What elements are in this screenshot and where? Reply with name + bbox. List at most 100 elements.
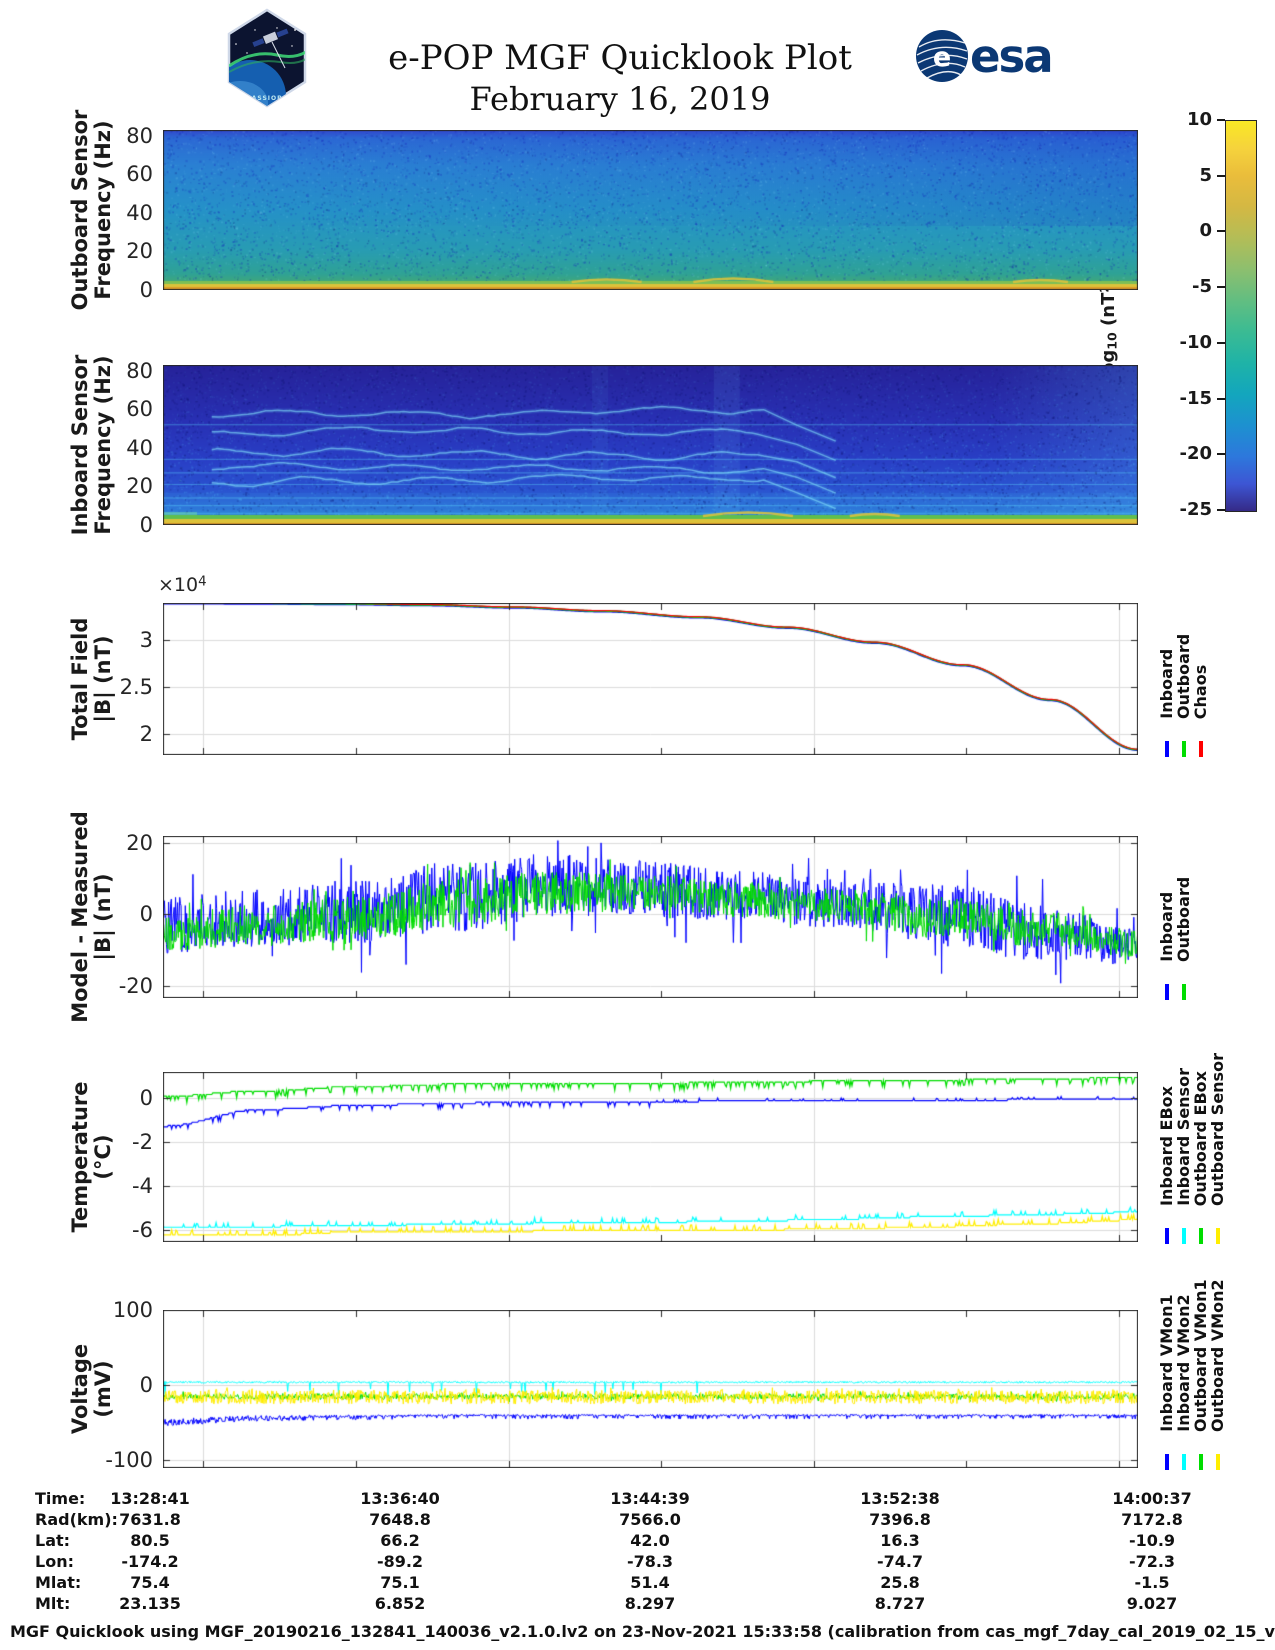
total-field-ylabel: Total Field |B| (nT) (68, 617, 115, 741)
table-cell: 75.4 (130, 1573, 170, 1592)
table-cell: 80.5 (130, 1531, 170, 1550)
legend-label: Inboard (1157, 649, 1176, 719)
table-cell: -10.9 (1128, 1531, 1176, 1550)
legend-color-key (1181, 741, 1186, 757)
colorbar-tick-label: -20 (1179, 443, 1212, 465)
table-cell: -74.7 (876, 1552, 924, 1571)
legend-color-key (1164, 984, 1169, 1000)
table-cell: 6.852 (374, 1594, 426, 1613)
colorbar-tick-label: -15 (1179, 387, 1212, 409)
inboard-spectrogram-ylabel: Inboard Sensor Frequency (Hz) (68, 354, 115, 536)
colorbar-tick-mark (1217, 119, 1225, 121)
legend-color-key (1198, 1454, 1203, 1470)
colorbar-tick-mark (1217, 341, 1225, 344)
table-cell: 51.4 (630, 1573, 670, 1592)
table-cell: 13:28:41 (110, 1489, 190, 1508)
total-field-legend-keys (1158, 741, 1209, 757)
colorbar-tick-label: -5 (1192, 276, 1212, 298)
table-cell: 13:44:39 (610, 1489, 690, 1508)
table-cell: 23.135 (119, 1594, 181, 1613)
temperature-plot-canvas (163, 1072, 1138, 1242)
legend-color-key (1215, 1454, 1220, 1470)
outboard-spectrogram-ylabel: Outboard Sensor Frequency (Hz) (68, 109, 115, 311)
temperature-legend-keys (1158, 1228, 1226, 1244)
page-date: February 16, 2019 (469, 80, 771, 118)
total-field-exponent: ×104 (158, 574, 207, 596)
legend-label: Inboard VMon2 (1174, 1294, 1193, 1432)
colorbar-tick-mark (1217, 453, 1225, 456)
temperature-ylabel: Temperature (°C) (68, 1081, 115, 1233)
legend-label: Outboard (1174, 633, 1193, 719)
footer-note: MGF Quicklook using MGF_20190216_132841_… (10, 1622, 1275, 1641)
legend-label: Inboard (1157, 892, 1176, 962)
table-cell: -174.2 (121, 1552, 179, 1571)
table-cell: -72.3 (1128, 1552, 1176, 1571)
table-cell: 9.027 (1126, 1594, 1178, 1613)
colorbar-tick-label: -25 (1179, 499, 1212, 520)
legend-color-key (1164, 1228, 1169, 1244)
table-cell: 7648.8 (369, 1510, 431, 1529)
table-cell: 25.8 (880, 1573, 920, 1592)
legend-label: Outboard (1174, 876, 1193, 962)
table-cell: 7396.8 (869, 1510, 931, 1529)
legend-color-key (1215, 1228, 1220, 1244)
colorbar-tick-label: -10 (1179, 331, 1212, 353)
table-cell: -78.3 (626, 1552, 674, 1571)
legend-label: Outboard Sensor (1208, 1053, 1227, 1206)
temperature-legend: Inboard EBox Inboard Sensor Outboard EBox O… (1157, 1053, 1227, 1206)
model-measured-legend-keys (1158, 984, 1192, 1000)
legend-color-key (1181, 984, 1186, 1000)
colorbar-tick-label: 0 (1199, 220, 1212, 242)
voltage-legend: Inboard VMon1 Inboard VMon2 Outboard VMon1… (1157, 1279, 1227, 1432)
total-field-legend: Inboard Outboard Chaos (1157, 633, 1210, 719)
table-cell: 8.297 (624, 1594, 676, 1613)
table-cell: -1.5 (1134, 1573, 1170, 1592)
legend-label: Inboard Sensor (1174, 1068, 1193, 1206)
esa-logo-text: esa (970, 30, 1052, 83)
legend-color-key (1181, 1228, 1186, 1244)
legend-color-key (1164, 1454, 1169, 1470)
y-tick-label: -100 (105, 1448, 153, 1473)
legend-label: Inboard EBox (1157, 1086, 1176, 1206)
colorbar-tick-mark (1217, 397, 1225, 400)
colorbar (1225, 120, 1257, 512)
colorbar-tick-label: 5 (1199, 164, 1212, 186)
table-cell: 13:36:40 (360, 1489, 440, 1508)
model-measured-ylabel: Model - Measured |B| (nT) (68, 811, 115, 1023)
table-cell: 42.0 (630, 1531, 670, 1550)
mgf-quicklook-figure: CASSIOPE e-POP MGF Quicklook Plot Februa… (0, 0, 1275, 1650)
legend-label: Chaos (1191, 664, 1210, 719)
colorbar-tick-label: 10 (1186, 109, 1212, 130)
table-cell: 7172.8 (1121, 1510, 1183, 1529)
table-cell: 7631.8 (119, 1510, 181, 1529)
legend-label: Outboard VMon1 (1191, 1279, 1210, 1432)
legend-label: Outboard VMon2 (1208, 1279, 1227, 1432)
colorbar-tick-mark (1217, 286, 1225, 289)
voltage-legend-keys (1158, 1454, 1226, 1470)
legend-color-key (1164, 741, 1169, 757)
table-cell: 7566.0 (619, 1510, 681, 1529)
model-measured-legend: Inboard Outboard (1157, 876, 1193, 962)
esa-logo: e esa (916, 30, 1054, 83)
voltage-plot-canvas (163, 1310, 1138, 1468)
page-title: e-POP MGF Quicklook Plot (388, 38, 852, 78)
table-cell: 13:52:38 (860, 1489, 940, 1508)
legend-label: Inboard VMon1 (1157, 1294, 1176, 1432)
table-cell: 8.727 (874, 1594, 926, 1613)
table-cell: 14:00:37 (1112, 1489, 1192, 1508)
table-cell: 75.1 (380, 1573, 420, 1592)
outboard-spectrogram-plot-canvas (163, 130, 1138, 290)
legend-label: Outboard EBox (1191, 1070, 1210, 1206)
colorbar-tick-mark (1217, 174, 1225, 177)
inboard-spectrogram-plot-canvas (163, 365, 1138, 525)
table-cell: -89.2 (376, 1552, 424, 1571)
voltage-ylabel: Voltage (mV) (68, 1343, 115, 1435)
legend-color-key (1181, 1454, 1186, 1470)
model-measured-plot-canvas (163, 836, 1138, 998)
table-cell: 16.3 (880, 1531, 920, 1550)
colorbar-tick-mark (1217, 509, 1225, 511)
svg-text:e: e (933, 42, 951, 73)
legend-color-key (1198, 741, 1203, 757)
colorbar-tick-mark (1217, 230, 1225, 233)
legend-color-key (1198, 1228, 1203, 1244)
